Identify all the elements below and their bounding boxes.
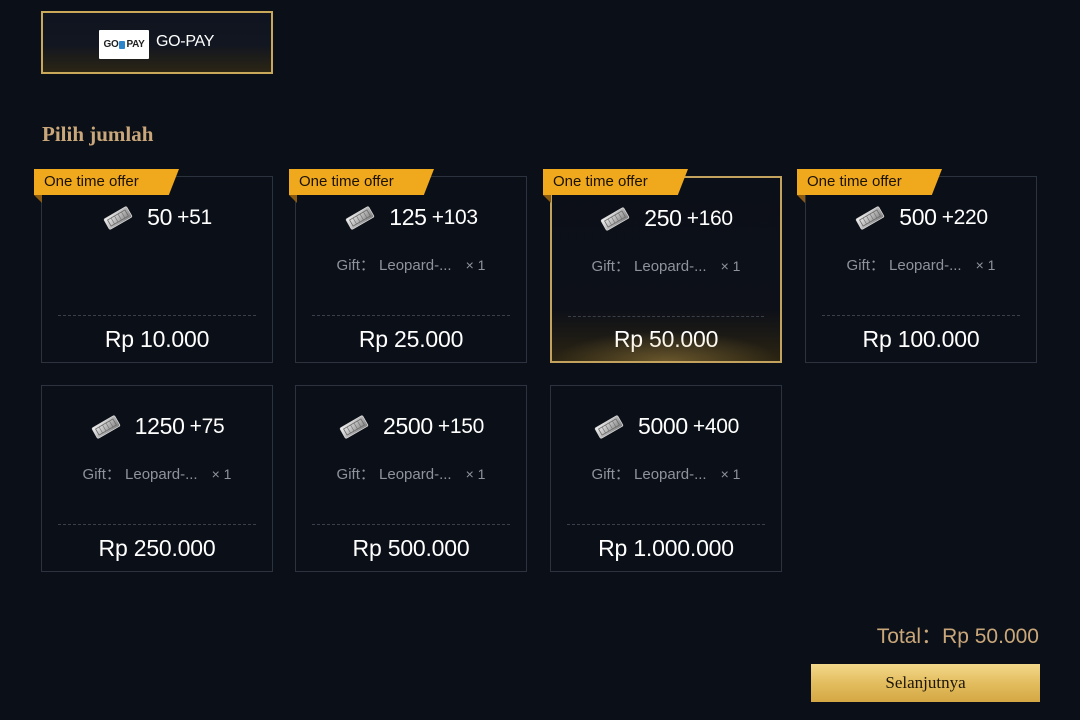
- total-value: Rp 50.000: [942, 625, 1039, 648]
- card-divider: [822, 315, 1020, 316]
- package-gift: Gift： Leopard-... × 1: [42, 463, 272, 484]
- offer-ribbon: One time offer: [34, 169, 179, 195]
- gift-label: Gift： Leopard-...: [591, 466, 707, 483]
- gift-quantity: × 1: [720, 466, 741, 482]
- package-price: Rp 250.000: [98, 535, 216, 561]
- gift-quantity: × 1: [975, 257, 996, 273]
- package-bonus: +220: [941, 205, 988, 229]
- package-gift: Gift： Leopard-... × 1: [806, 254, 1036, 275]
- package-price: Rp 10.000: [104, 326, 210, 352]
- gopay-logo-mark: [119, 40, 126, 49]
- package-gift: Gift： Leopard-... × 1: [551, 463, 781, 484]
- package-gift: Gift： Leopard-... × 1: [552, 255, 780, 276]
- package-bonus: +51: [177, 205, 212, 229]
- package-bonus: +160: [686, 206, 733, 230]
- silver-coupon-icon: [593, 414, 638, 440]
- package-card[interactable]: 50 +51 Rp 10.000: [41, 176, 273, 363]
- gift-quantity: × 1: [465, 257, 486, 273]
- package-amount: 250: [644, 205, 682, 231]
- package-gift: Gift： Leopard-... × 1: [296, 254, 526, 275]
- package-amount: 1250: [134, 413, 185, 439]
- gift-quantity: × 1: [465, 466, 486, 482]
- package-price: Rp 500.000: [352, 535, 470, 561]
- total-label: Total：: [876, 625, 943, 648]
- card-divider: [567, 524, 765, 525]
- gift-label: Gift： Leopard-...: [336, 466, 452, 483]
- package-bonus: +400: [692, 414, 740, 438]
- package-amount-row: 500 +220: [806, 204, 1036, 231]
- ribbon-fold: [797, 195, 805, 203]
- offer-ribbon: One time offer: [797, 169, 942, 195]
- section-title: Pilih jumlah: [42, 122, 154, 146]
- silver-coupon-icon: [90, 414, 135, 440]
- package-card[interactable]: 500 +220 Gift： Leopard-... × 1 Rp 100.000: [805, 176, 1037, 363]
- package-amount-row: 5000 +400: [551, 413, 781, 440]
- gopay-logo: GO PAY: [99, 30, 149, 59]
- silver-coupon-icon: [102, 205, 147, 231]
- package-bonus: +75: [189, 414, 225, 438]
- package-card[interactable]: 125 +103 Gift： Leopard-... × 1 Rp 25.000: [295, 176, 527, 363]
- package-amount-row: 250 +160: [552, 205, 780, 232]
- card-divider: [312, 524, 510, 525]
- package-bonus: +103: [431, 205, 478, 229]
- package-price: Rp 100.000: [862, 326, 980, 352]
- gift-quantity: × 1: [211, 466, 232, 482]
- gift-quantity: × 1: [720, 258, 741, 274]
- package-amount: 500: [899, 204, 937, 230]
- payment-method-label: GO-PAY: [156, 33, 215, 50]
- package-amount-row: 125 +103: [296, 204, 526, 231]
- card-divider: [312, 315, 510, 316]
- package-amount: 50: [147, 204, 173, 230]
- silver-coupon-icon: [338, 414, 383, 440]
- silver-coupon-icon: [599, 206, 644, 232]
- payment-method-gopay[interactable]: GO PAY GO-PAY: [41, 11, 273, 74]
- package-card[interactable]: 1250 +75 Gift： Leopard-... × 1 Rp 250.000: [41, 385, 273, 572]
- offer-ribbon: One time offer: [289, 169, 434, 195]
- package-card[interactable]: 2500 +150 Gift： Leopard-... × 1 Rp 500.000: [295, 385, 527, 572]
- package-gift: Gift： Leopard-... × 1: [296, 463, 526, 484]
- silver-coupon-icon: [854, 205, 899, 231]
- gift-label: Gift： Leopard-...: [591, 258, 707, 275]
- package-amount-row: 1250 +75: [42, 413, 272, 440]
- package-price: Rp 50.000: [613, 326, 719, 352]
- package-price: Rp 25.000: [358, 326, 464, 352]
- offer-ribbon: One time offer: [543, 169, 688, 195]
- package-amount: 2500: [382, 413, 433, 439]
- ribbon-fold: [34, 195, 42, 203]
- package-card[interactable]: 250 +160 Gift： Leopard-... × 1 Rp 50.000: [550, 176, 782, 363]
- package-amount: 5000: [637, 413, 688, 439]
- gift-label: Gift： Leopard-...: [846, 257, 962, 274]
- ribbon-fold: [543, 195, 551, 203]
- card-divider: [58, 315, 256, 316]
- package-amount-row: 2500 +150: [296, 413, 526, 440]
- card-divider: [568, 316, 764, 317]
- total-summary: Total：Rp 50.000: [877, 620, 1039, 650]
- package-amount-row: 50 +51: [42, 204, 272, 231]
- card-divider: [58, 524, 256, 525]
- package-price: Rp 1.000.000: [598, 535, 734, 561]
- gift-label: Gift： Leopard-...: [336, 257, 452, 274]
- ribbon-fold: [289, 195, 297, 203]
- package-bonus: +150: [437, 414, 485, 438]
- next-button[interactable]: Selanjutnya: [811, 664, 1040, 702]
- package-card[interactable]: 5000 +400 Gift： Leopard-... × 1 Rp 1.000.000: [550, 385, 782, 572]
- gift-label: Gift： Leopard-...: [82, 466, 198, 483]
- package-amount: 125: [389, 204, 427, 230]
- silver-coupon-icon: [344, 205, 389, 231]
